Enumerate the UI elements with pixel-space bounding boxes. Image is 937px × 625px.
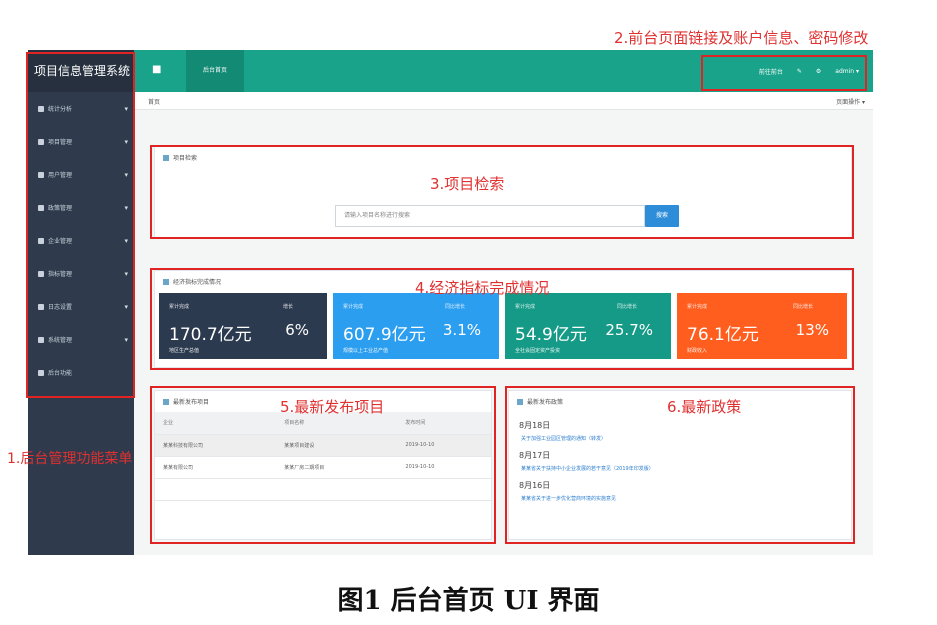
breadcrumb[interactable]: 首页 bbox=[148, 97, 160, 106]
annotation-label-policies: 6.最新政策 bbox=[667, 398, 742, 416]
tab-home[interactable]: 后台首页 bbox=[186, 50, 244, 92]
annotation-label-account: 2.前台页面链接及账户信息、密码修改 bbox=[614, 29, 869, 47]
annotation-label-search: 3.项目检索 bbox=[430, 175, 505, 193]
annotation-box-account bbox=[701, 55, 867, 91]
page-operations-dropdown[interactable]: 页面操作 ▾ bbox=[836, 97, 865, 106]
figure-caption: 图1 后台首页 UI 界面 bbox=[337, 586, 600, 616]
breadcrumb-bar: 首页 页面操作 ▾ bbox=[134, 92, 873, 110]
annotation-box-menu bbox=[26, 52, 135, 398]
annotation-label-indicators: 4.经济指标完成情况 bbox=[415, 279, 550, 297]
annotation-label-projects: 5.最新发布项目 bbox=[280, 398, 385, 416]
annotation-label-menu: 1.后台管理功能菜单 bbox=[7, 451, 133, 467]
menu-toggle-icon[interactable]: ■ bbox=[152, 64, 164, 76]
